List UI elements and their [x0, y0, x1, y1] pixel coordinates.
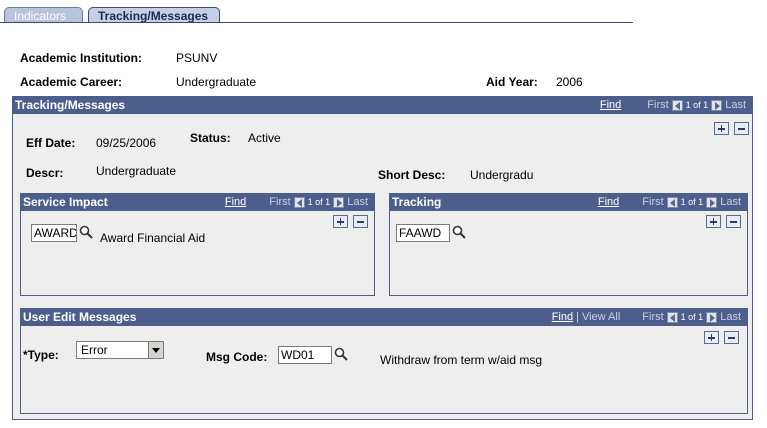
service-impact-title: Service Impact [23, 195, 108, 209]
lookup-icon[interactable] [452, 225, 466, 239]
status-label: Status: [190, 131, 231, 145]
next-arrow-icon[interactable] [333, 196, 345, 208]
tracking-header: Tracking Find First 1 of 1 Last [390, 194, 747, 211]
delete-row-button[interactable] [734, 122, 749, 135]
tracking-find-link[interactable]: Find [598, 196, 619, 208]
lookup-icon[interactable] [334, 347, 348, 361]
next-arrow-icon[interactable] [711, 99, 723, 111]
add-row-button[interactable] [704, 331, 719, 344]
short-desc-value: Undergradu [470, 168, 534, 182]
user-edit-messages-nav: Find | View All First 1 of 1 Last [552, 311, 741, 323]
msg-description: Withdraw from term w/aid msg [380, 353, 543, 367]
career-value: Undergraduate [176, 75, 257, 89]
tracking-messages-last[interactable]: Last [725, 99, 746, 111]
service-impact-last[interactable]: Last [347, 196, 368, 208]
msg-code-label: Msg Code: [206, 350, 268, 364]
tab-underline [0, 22, 633, 23]
tracking-panel: Tracking Find First 1 of 1 Last FAAWD [389, 193, 748, 296]
user-edit-messages-title: User Edit Messages [23, 310, 137, 324]
tracking-code-input[interactable]: FAAWD [396, 224, 450, 242]
add-row-button[interactable] [333, 215, 348, 228]
descr-value: Undergraduate [96, 164, 177, 178]
tracking-count: 1 of 1 [680, 197, 704, 207]
career-label: Academic Career: [20, 75, 123, 89]
user-edit-messages-find-link[interactable]: Find [552, 311, 573, 323]
eff-date-label: Eff Date: [26, 136, 76, 150]
service-impact-description: Award Financial Aid [100, 231, 206, 245]
tracking-messages-count: 1 of 1 [685, 100, 709, 110]
tracking-messages-first[interactable]: First [647, 99, 668, 111]
descr-label: Descr: [26, 166, 64, 180]
previous-arrow-icon[interactable] [293, 196, 305, 208]
status-value: Active [248, 131, 281, 145]
chevron-down-icon[interactable] [148, 342, 163, 358]
service-impact-code-input[interactable]: AWARD [31, 224, 77, 242]
nav-separator: | [576, 311, 579, 323]
tracking-last[interactable]: Last [720, 196, 741, 208]
tab-indicators-label: Indicators [14, 9, 67, 23]
type-select[interactable]: Error [76, 341, 164, 359]
tracking-messages-nav: Find First 1 of 1 Last [600, 99, 746, 111]
service-impact-panel: Service Impact Find First 1 of 1 Last AW… [20, 193, 375, 296]
tracking-messages-find-link[interactable]: Find [600, 99, 621, 111]
institution-label: Academic Institution: [20, 51, 143, 65]
tracking-nav: Find First 1 of 1 Last [598, 196, 741, 208]
aid-year-label: Aid Year: [486, 75, 538, 89]
eff-date-value: 09/25/2006 [96, 136, 157, 150]
service-impact-nav: Find First 1 of 1 Last [225, 196, 368, 208]
user-edit-messages-panel: User Edit Messages Find | View All First… [20, 308, 748, 414]
aid-year-value: 2006 [556, 75, 583, 89]
tab-indicators[interactable]: Indicators [4, 7, 83, 23]
lookup-icon[interactable] [79, 225, 93, 239]
user-edit-messages-last[interactable]: Last [720, 311, 741, 323]
institution-value: PSUNV [176, 51, 218, 65]
short-desc-label: Short Desc: [378, 168, 446, 182]
service-impact-count: 1 of 1 [307, 197, 331, 207]
user-edit-messages-count: 1 of 1 [680, 312, 704, 322]
tracking-first[interactable]: First [642, 196, 663, 208]
user-edit-messages-first[interactable]: First [642, 311, 663, 323]
type-select-value: Error [81, 343, 108, 357]
tracking-title: Tracking [392, 195, 442, 209]
tracking-messages-title: Tracking/Messages [15, 98, 126, 112]
user-edit-messages-view-all[interactable]: View All [582, 311, 620, 323]
previous-arrow-icon[interactable] [666, 196, 678, 208]
tab-tracking-messages-label: Tracking/Messages [98, 9, 209, 23]
service-impact-first[interactable]: First [269, 196, 290, 208]
delete-row-button[interactable] [353, 215, 368, 228]
previous-arrow-icon[interactable] [671, 99, 683, 111]
type-label: *Type: [23, 348, 59, 362]
next-arrow-icon[interactable] [706, 311, 718, 323]
service-impact-header: Service Impact Find First 1 of 1 Last [21, 194, 374, 211]
service-impact-find-link[interactable]: Find [225, 196, 246, 208]
next-arrow-icon[interactable] [706, 196, 718, 208]
delete-row-button[interactable] [726, 215, 741, 228]
add-row-button[interactable] [706, 215, 721, 228]
delete-row-button[interactable] [724, 331, 739, 344]
previous-arrow-icon[interactable] [666, 311, 678, 323]
add-row-button[interactable] [714, 122, 729, 135]
tracking-messages-header: Tracking/Messages Find First 1 of 1 Last [13, 97, 752, 114]
msg-code-input[interactable]: WD01 [278, 346, 332, 364]
tab-tracking-messages[interactable]: Tracking/Messages [88, 7, 220, 23]
user-edit-messages-header: User Edit Messages Find | View All First… [21, 309, 747, 326]
